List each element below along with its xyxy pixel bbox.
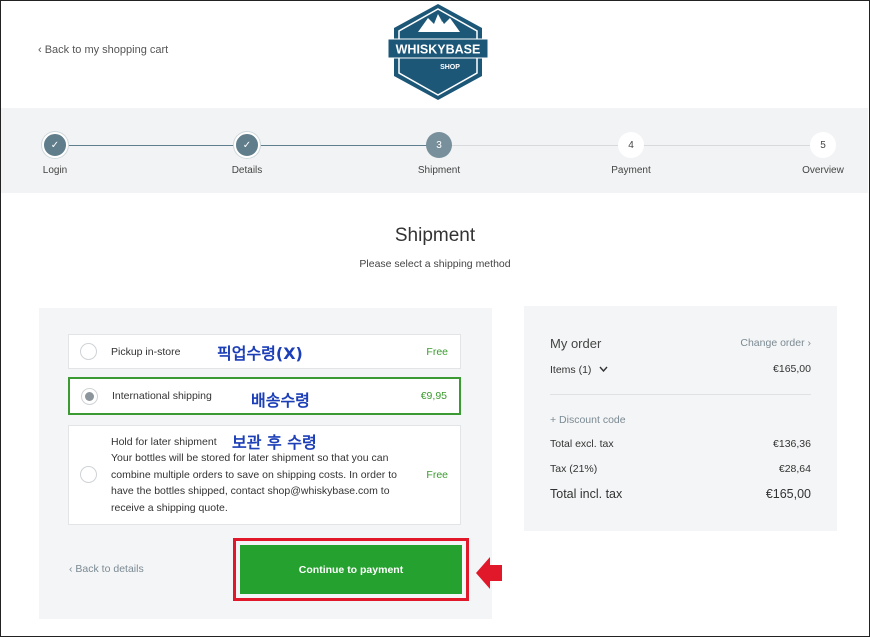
checkout-progress: ✓ Login ✓ Details 3 Shipment 4 Payment 5… <box>1 108 868 193</box>
step-payment: 4 Payment <box>591 132 671 176</box>
tax-value: €28,64 <box>778 463 811 475</box>
annotation-pickup: 픽업수령(X) <box>217 344 303 363</box>
total-excl-label: Total excl. tax <box>550 438 614 450</box>
option-price: €9,95 <box>420 390 447 402</box>
discount-code-link[interactable]: + Discount code <box>550 414 626 426</box>
radio-unchecked-icon[interactable] <box>80 343 97 360</box>
change-order-link[interactable]: Change order › <box>740 337 811 349</box>
total-excl-row: Total excl. tax €136,36 <box>550 438 811 450</box>
radio-checked-icon[interactable] <box>81 388 98 405</box>
step-label: Payment <box>611 165 651 176</box>
back-to-details-link[interactable]: ‹ Back to details <box>69 563 144 575</box>
total-incl-value: €165,00 <box>765 487 811 501</box>
step-number: 5 <box>810 132 836 158</box>
step-label: Details <box>231 165 263 176</box>
annotation-hold: 보관 후 수령 <box>232 433 317 452</box>
option-label: Hold for later shipment <box>111 436 217 448</box>
radio-unchecked-icon[interactable] <box>80 466 97 483</box>
shipping-method-panel: Pickup in-store Free 픽업수령(X) Internation… <box>39 308 492 619</box>
page-subtitle: Please select a shipping method <box>359 258 511 270</box>
total-incl-label: Total incl. tax <box>550 487 623 501</box>
tax-label: Tax (21%) <box>550 463 598 475</box>
total-incl-row: Total incl. tax €165,00 <box>550 487 811 501</box>
logo-subtext: SHOP <box>440 64 460 71</box>
step-details[interactable]: ✓ Details <box>207 132 287 176</box>
step-shipment: 3 Shipment <box>399 132 479 176</box>
option-label: International shipping <box>112 390 212 402</box>
back-to-cart-link[interactable]: ‹ Back to my shopping cart <box>38 44 168 56</box>
step-number: 3 <box>426 132 452 158</box>
option-price: Free <box>426 469 448 481</box>
check-icon: ✓ <box>234 132 260 158</box>
items-row: Items (1) €165,00 <box>550 363 811 376</box>
whiskybase-logo[interactable]: WHISKYBASE SHOP <box>388 2 488 102</box>
items-label: Items (1) <box>550 364 592 376</box>
step-label: Shipment <box>417 165 461 176</box>
step-number: 4 <box>618 132 644 158</box>
continue-to-payment-button[interactable]: Continue to payment <box>240 545 462 594</box>
order-summary-panel: My order Change order › Items (1) €165,0… <box>524 306 837 531</box>
page-title: Shipment <box>394 225 476 246</box>
step-overview: 5 Overview <box>783 132 863 176</box>
highlight-box: Continue to payment <box>233 538 469 601</box>
total-excl-value: €136,36 <box>773 438 811 450</box>
check-icon: ✓ <box>42 132 68 158</box>
divider <box>550 394 811 395</box>
arrow-left-icon <box>476 557 502 589</box>
items-value: €165,00 <box>773 363 811 375</box>
option-description: Your bottles will be stored for later sh… <box>111 452 397 514</box>
logo-text: WHISKYBASE <box>396 43 481 57</box>
order-summary-header: My order Change order › <box>550 336 811 351</box>
items-toggle[interactable]: Items (1) <box>550 364 608 376</box>
order-title: My order <box>550 336 602 351</box>
discount-row: + Discount code <box>550 414 811 426</box>
annotation-international: 배송수령 <box>251 391 310 410</box>
step-label: Overview <box>802 165 844 176</box>
step-login[interactable]: ✓ Login <box>15 132 95 176</box>
step-label: Login <box>42 165 68 176</box>
chevron-down-icon <box>599 363 608 375</box>
option-label: Pickup in-store <box>111 346 181 358</box>
option-price: Free <box>426 346 448 358</box>
tax-row: Tax (21%) €28,64 <box>550 463 811 475</box>
